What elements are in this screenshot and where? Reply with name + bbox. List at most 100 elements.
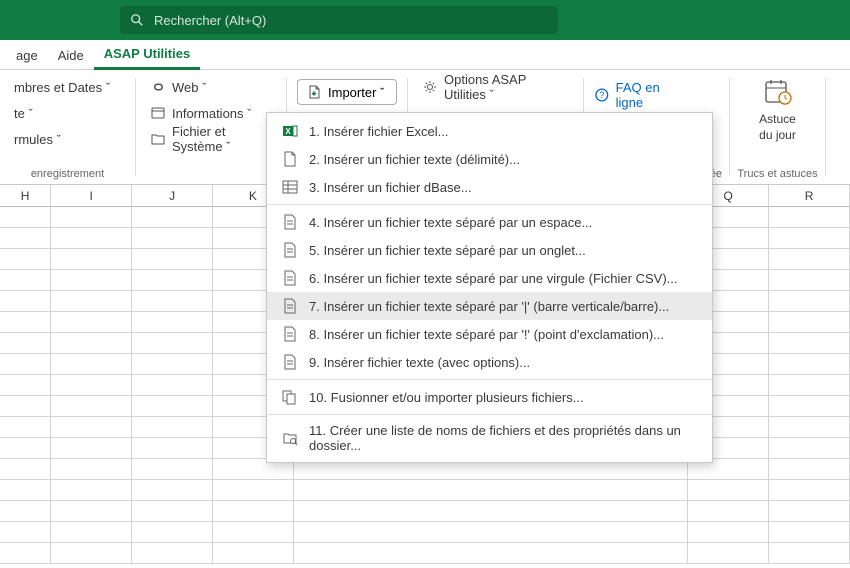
rmules-button[interactable]: rmules ˇ (10, 128, 125, 150)
grid-cell[interactable] (769, 396, 850, 417)
grid-cell[interactable] (132, 459, 213, 480)
grid-cell[interactable] (769, 417, 850, 438)
grid-cell[interactable] (132, 501, 213, 522)
grid-cell[interactable] (0, 543, 51, 564)
grid-cell[interactable] (51, 312, 132, 333)
importer-button[interactable]: Importer ˇ (297, 79, 397, 105)
grid-cell[interactable] (51, 375, 132, 396)
grid-cell[interactable] (0, 459, 51, 480)
web-button[interactable]: Web ˇ (146, 76, 276, 98)
grid-cell[interactable] (132, 207, 213, 228)
grid-cell[interactable] (51, 270, 132, 291)
grid-cell[interactable] (769, 522, 850, 543)
search-box[interactable]: Rechercher (Alt+Q) (120, 6, 558, 34)
grid-cell[interactable] (0, 501, 51, 522)
grid-cell[interactable] (0, 480, 51, 501)
dd-item-5[interactable]: 5. Insérer un fichier texte séparé par u… (267, 236, 712, 264)
grid-cell[interactable] (132, 228, 213, 249)
grid-cell[interactable] (769, 228, 850, 249)
tab-age[interactable]: age (6, 42, 48, 69)
grid-cell[interactable] (51, 291, 132, 312)
dd-item-9[interactable]: 9. Insérer fichier texte (avec options).… (267, 348, 712, 376)
dd-item-4[interactable]: 4. Insérer un fichier texte séparé par u… (267, 208, 712, 236)
grid-cell[interactable] (132, 375, 213, 396)
grid-cell[interactable] (0, 354, 51, 375)
grid-cell[interactable] (0, 417, 51, 438)
grid-cell[interactable] (769, 459, 850, 480)
tab-asap-utilities[interactable]: ASAP Utilities (94, 40, 200, 70)
options-button[interactable]: Options ASAP Utilities ˇ (418, 76, 573, 98)
grid-cell[interactable] (132, 522, 213, 543)
grid-cell[interactable] (51, 228, 132, 249)
grid-cell[interactable] (769, 270, 850, 291)
grid-cell[interactable] (132, 354, 213, 375)
grid-cell[interactable] (0, 333, 51, 354)
grid-cell[interactable] (51, 522, 132, 543)
dd-item-11[interactable]: 11. Créer une liste de noms de fichiers … (267, 418, 712, 458)
grid-cell[interactable] (688, 543, 769, 564)
grid-cell[interactable] (688, 522, 769, 543)
dd-item-8[interactable]: 8. Insérer un fichier texte séparé par '… (267, 320, 712, 348)
grid-cell[interactable] (132, 291, 213, 312)
grid-cell[interactable] (51, 438, 132, 459)
grid-cell[interactable] (769, 354, 850, 375)
col-header-i[interactable]: I (51, 185, 132, 207)
tab-aide[interactable]: Aide (48, 42, 94, 69)
grid-cell[interactable] (769, 375, 850, 396)
dd-item-7[interactable]: 7. Insérer un fichier texte séparé par '… (267, 292, 712, 320)
dd-item-2[interactable]: 2. Insérer un fichier texte (délimité)..… (267, 145, 712, 173)
grid-cell[interactable] (213, 543, 294, 564)
grid-cell[interactable] (769, 249, 850, 270)
grid-cell[interactable] (769, 312, 850, 333)
dd-item-1[interactable]: X1. Insérer fichier Excel... (267, 117, 712, 145)
grid-cell[interactable] (213, 522, 294, 543)
grid-cell[interactable] (51, 333, 132, 354)
te-button[interactable]: te ˇ (10, 102, 125, 124)
dd-item-10[interactable]: 10. Fusionner et/ou importer plusieurs f… (267, 383, 712, 411)
grid-cell[interactable] (294, 522, 688, 543)
dd-item-6[interactable]: 6. Insérer un fichier texte séparé par u… (267, 264, 712, 292)
grid-cell[interactable] (0, 228, 51, 249)
grid-cell[interactable] (132, 249, 213, 270)
grid-cell[interactable] (51, 459, 132, 480)
grid-cell[interactable] (51, 396, 132, 417)
grid-cell[interactable] (51, 543, 132, 564)
grid-cell[interactable] (51, 354, 132, 375)
grid-cell[interactable] (51, 480, 132, 501)
grid-cell[interactable] (0, 207, 51, 228)
grid-cell[interactable] (769, 438, 850, 459)
grid-cell[interactable] (0, 396, 51, 417)
grid-cell[interactable] (0, 291, 51, 312)
grid-cell[interactable] (132, 312, 213, 333)
grid-cell[interactable] (0, 438, 51, 459)
grid-cell[interactable] (132, 543, 213, 564)
col-header-j[interactable]: J (132, 185, 213, 207)
grid-cell[interactable] (769, 501, 850, 522)
grid-cell[interactable] (132, 396, 213, 417)
grid-cell[interactable] (132, 480, 213, 501)
grid-cell[interactable] (213, 501, 294, 522)
grid-cell[interactable] (0, 312, 51, 333)
col-header-h[interactable]: H (0, 185, 51, 207)
grid-cell[interactable] (213, 480, 294, 501)
nombres-dates-button[interactable]: mbres et Dates ˇ (10, 76, 125, 98)
grid-cell[interactable] (294, 501, 688, 522)
dd-item-3[interactable]: 3. Insérer un fichier dBase... (267, 173, 712, 201)
col-header-r[interactable]: R (769, 185, 850, 207)
grid-cell[interactable] (688, 480, 769, 501)
faq-link[interactable]: ?FAQ en ligne (594, 80, 689, 110)
informations-button[interactable]: Informations ˇ (146, 102, 276, 124)
grid-cell[interactable] (132, 333, 213, 354)
grid-cell[interactable] (769, 207, 850, 228)
grid-cell[interactable] (132, 417, 213, 438)
grid-cell[interactable] (132, 438, 213, 459)
grid-cell[interactable] (769, 291, 850, 312)
grid-cell[interactable] (51, 207, 132, 228)
ribbon-group-astuce[interactable]: Astuce du jour Trucs et astuces (730, 70, 825, 184)
grid-cell[interactable] (51, 501, 132, 522)
grid-cell[interactable] (0, 522, 51, 543)
grid-cell[interactable] (51, 249, 132, 270)
grid-cell[interactable] (132, 270, 213, 291)
grid-cell[interactable] (0, 270, 51, 291)
grid-cell[interactable] (769, 543, 850, 564)
